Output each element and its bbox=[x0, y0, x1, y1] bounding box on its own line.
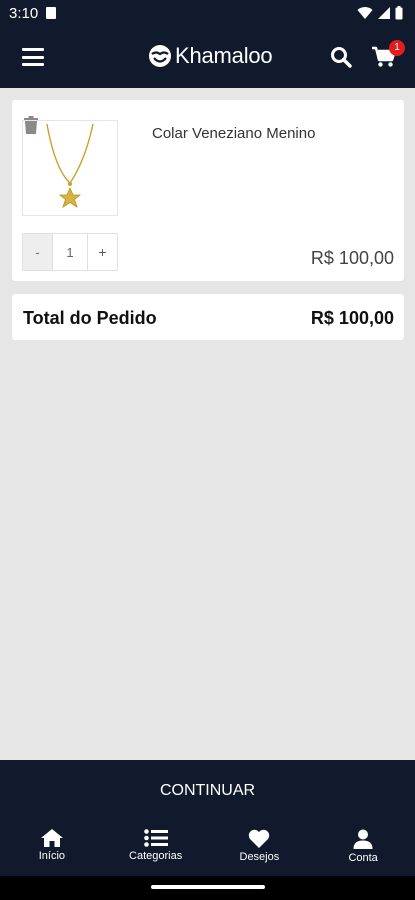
list-icon bbox=[143, 829, 168, 847]
brand-logo[interactable]: Khamaloo bbox=[148, 43, 273, 69]
nav-item-home[interactable]: Início bbox=[0, 821, 104, 876]
decrease-quantity-button[interactable]: - bbox=[23, 234, 52, 270]
battery-icon bbox=[395, 6, 403, 20]
remove-item-button[interactable] bbox=[23, 116, 39, 139]
search-icon bbox=[331, 47, 352, 68]
logo-icon bbox=[149, 45, 171, 67]
trash-icon bbox=[24, 116, 38, 134]
quantity-stepper: - 1 + bbox=[22, 233, 118, 271]
item-price: R$ 100,00 bbox=[310, 248, 394, 268]
signal-icon bbox=[378, 7, 390, 19]
status-icons bbox=[357, 6, 403, 20]
nav-label-wishlist: Desejos bbox=[239, 851, 280, 863]
user-icon bbox=[353, 829, 373, 849]
cart-count-badge: 1 bbox=[389, 40, 405, 56]
sim-card-icon bbox=[46, 7, 56, 19]
nav-item-categories[interactable]: Categorias bbox=[104, 821, 208, 876]
quantity-value[interactable]: 1 bbox=[52, 234, 88, 270]
home-gesture-bar[interactable] bbox=[151, 885, 265, 889]
bottom-nav: Início Categorias Desejos Conta bbox=[0, 821, 415, 876]
system-gesture-area bbox=[0, 876, 415, 900]
app-bar: Khamaloo 1 bbox=[0, 28, 415, 88]
home-icon bbox=[40, 829, 63, 847]
increase-quantity-button[interactable]: + bbox=[88, 234, 117, 270]
order-total-value: R$ 100,00 bbox=[310, 308, 394, 328]
order-total-label: Total do Pedido bbox=[23, 308, 157, 328]
order-total-card: Total do Pedido R$ 100,00 bbox=[12, 294, 404, 340]
status-time: 3:10 bbox=[9, 5, 39, 22]
status-bar: 3:10 bbox=[0, 0, 415, 28]
menu-button[interactable] bbox=[22, 48, 44, 66]
nav-item-wishlist[interactable]: Desejos bbox=[208, 821, 312, 876]
search-button[interactable] bbox=[330, 46, 352, 73]
nav-label-home: Início bbox=[38, 850, 66, 862]
wifi-icon bbox=[357, 7, 373, 20]
continue-button[interactable]: CONTINUAR bbox=[0, 760, 415, 821]
menu-icon bbox=[22, 48, 44, 51]
brand-name: Khamaloo bbox=[175, 43, 273, 68]
nav-label-categories: Categorias bbox=[129, 850, 183, 862]
nav-item-account[interactable]: Conta bbox=[311, 821, 415, 876]
product-name[interactable]: Colar Veneziano Menino bbox=[152, 125, 315, 142]
cart-item: Colar Veneziano Menino - 1 + R$ 100,00 bbox=[12, 100, 404, 281]
heart-icon bbox=[249, 829, 270, 848]
nav-label-account: Conta bbox=[348, 852, 378, 864]
